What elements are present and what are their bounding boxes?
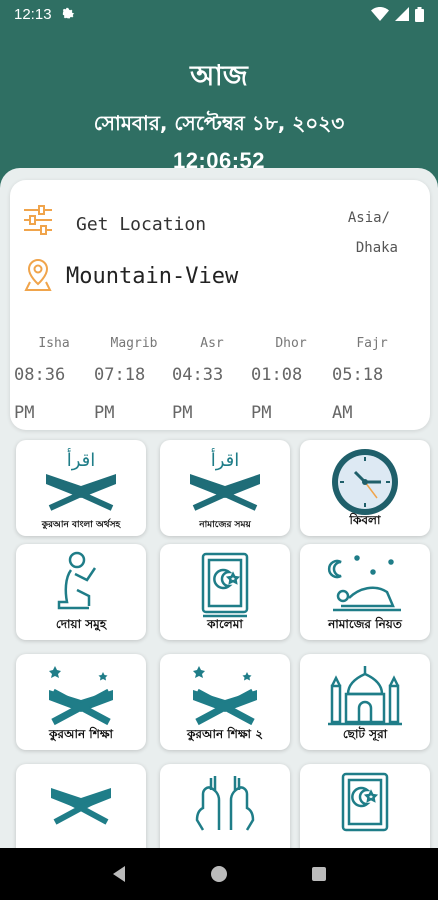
prayer-name: Asr [200, 336, 224, 351]
prayer-time: 07:18 [94, 365, 146, 385]
back-icon[interactable] [111, 865, 127, 883]
svg-text:اقرأ: اقرأ [67, 448, 96, 471]
city-name: Mountain-View [66, 264, 239, 289]
battery-icon [415, 6, 424, 22]
page-title: আজ [190, 59, 248, 92]
prayer-magrib: Magrib 07:18 PM [94, 336, 174, 423]
prayer-name: Fajr [356, 336, 388, 351]
prayer-ampm: PM [14, 403, 35, 423]
tile-label: ছোট সূরা [342, 727, 388, 741]
open-quran-icon [49, 666, 113, 726]
wifi-icon [371, 7, 389, 21]
prostrating-person-icon [327, 555, 401, 612]
praying-person-icon [57, 551, 97, 610]
content-panel: Get Location Asia/ Dhaka Mountain-View I… [0, 168, 438, 848]
tile-quran-bangla[interactable]: اقرأ কুরআন বাংলা অর্থসহ [16, 440, 146, 536]
status-bar: 12:13 [0, 0, 438, 28]
prayer-asr: Asr 04:33 PM [172, 336, 252, 423]
quran-book-icon: اقرأ [190, 448, 260, 511]
date-text: সোমবার, সেপ্টেম্বর ১৮, ২০২৩ [93, 111, 345, 135]
tile-item-12[interactable] [300, 764, 430, 848]
location-pin-icon [24, 258, 52, 291]
tile-label: নামাজের নিয়ত [328, 617, 402, 631]
filter-icon[interactable] [22, 204, 54, 236]
tile-label: নামাজের সময় [199, 520, 251, 530]
prayer-time: 01:08 [251, 365, 303, 385]
prayer-ampm: PM [94, 403, 115, 423]
tile-namaz-niyat[interactable]: নামাজের নিয়ত [300, 544, 430, 640]
prayer-dhor: Dhor 01:08 PM [251, 336, 331, 423]
navigation-bar [0, 848, 438, 900]
prayer-name: Dhor [275, 336, 307, 351]
prayer-fajr: Fajr 05:18 AM [332, 336, 412, 423]
tile-dua[interactable]: দোয়া সমুহ [16, 544, 146, 640]
tile-label: দোয়া সমুহ [55, 617, 107, 631]
prayer-name: Isha [38, 336, 70, 351]
tile-quran-learning-2[interactable]: কুরআন শিক্ষা ২ [160, 654, 290, 750]
tile-item-10[interactable] [16, 764, 146, 848]
tile-quran-learning[interactable]: কুরআন শিক্ষা [16, 654, 146, 750]
quran-book-icon: اقرأ [46, 448, 116, 511]
tile-namaz-time[interactable]: اقرأ নামাজের সময় [160, 440, 290, 536]
prayer-time: 04:33 [172, 365, 224, 385]
tile-qibla[interactable]: কিবলা [300, 440, 430, 536]
islamic-book-icon [201, 552, 249, 618]
tile-label: কুরআন বাংলা অর্থসহ [41, 520, 121, 530]
praying-hands-icon [195, 776, 255, 831]
header: আজ সোমবার, সেপ্টেম্বর ১৮, ২০২৩ 12:06:52 [0, 28, 438, 178]
svg-text:اقرأ: اقرأ [211, 448, 240, 471]
prayer-time: 05:18 [332, 365, 384, 385]
tile-short-surah[interactable]: ছোট সূরা [300, 654, 430, 750]
prayer-isha: Isha 08:36 PM [14, 336, 94, 423]
prayer-name: Magrib [110, 336, 158, 351]
prayer-ampm: PM [172, 403, 193, 423]
prayer-ampm: PM [251, 403, 272, 423]
tile-kalema[interactable]: কালেমা [160, 544, 290, 640]
location-card: Get Location Asia/ Dhaka Mountain-View I… [10, 180, 430, 430]
open-quran-icon [193, 666, 257, 726]
prayer-time: 08:36 [14, 365, 66, 385]
mosque-icon [328, 666, 402, 726]
clock-icon [332, 449, 398, 515]
signal-icon [395, 7, 409, 21]
home-icon[interactable] [210, 865, 228, 883]
open-quran-icon [51, 788, 111, 825]
tile-label: কুরআন শিক্ষা ২ [186, 727, 264, 741]
timezone-line2: Dhaka [355, 240, 398, 256]
tile-label: কুরআন শিক্ষা [48, 727, 114, 741]
islamic-book-icon [341, 772, 389, 832]
status-time: 12:13 [14, 5, 52, 23]
timezone-line1: Asia/ [347, 210, 390, 226]
prayer-ampm: AM [332, 403, 353, 423]
tile-item-11[interactable] [160, 764, 290, 848]
gear-icon [62, 7, 74, 19]
recents-icon[interactable] [311, 866, 327, 882]
get-location-button[interactable]: Get Location [76, 214, 206, 235]
